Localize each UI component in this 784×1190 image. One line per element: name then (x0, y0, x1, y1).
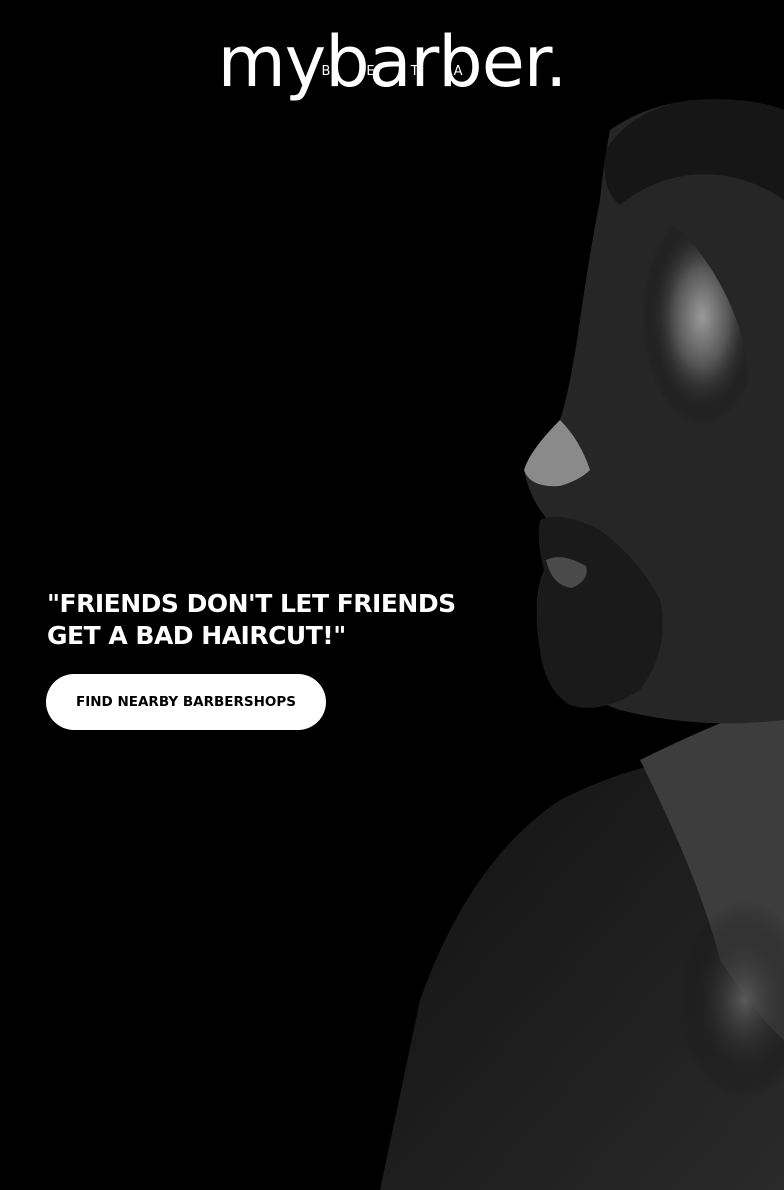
hero-tagline-line1: "FRIENDS DON'T LET FRIENDS (47, 589, 456, 618)
logo-wordmark: mybarber. (217, 21, 568, 103)
hero-tagline: "FRIENDS DON'T LET FRIENDS GET A BAD HAI… (47, 588, 487, 652)
find-nearby-barbershops-button[interactable]: FIND NEARBY BARBERSHOPS (46, 674, 326, 730)
hero-tagline-line2: GET A BAD HAIRCUT!" (47, 621, 346, 650)
hero-section: mybarber. BETA "FRIENDS DON'T LET FRIEND… (0, 0, 784, 1190)
logo[interactable]: mybarber. (0, 22, 784, 102)
beta-label: BETA (321, 64, 499, 79)
